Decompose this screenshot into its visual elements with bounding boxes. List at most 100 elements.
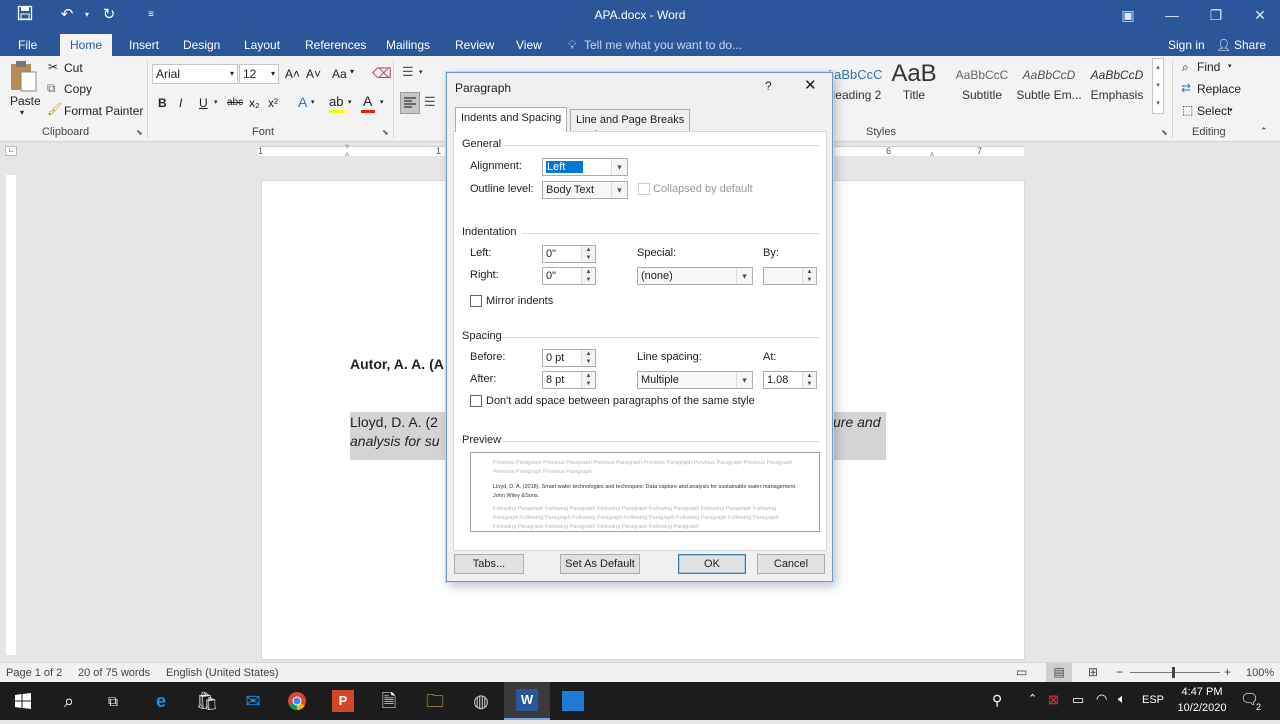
tab-view[interactable]: View: [514, 34, 544, 56]
powerpoint-icon[interactable]: P: [320, 682, 366, 720]
zoom-slider[interactable]: [1130, 672, 1220, 673]
read-mode-icon[interactable]: ▭: [1016, 665, 1027, 679]
zoom-out-icon[interactable]: −: [1116, 665, 1123, 679]
indent-marker-icon[interactable]: ▿ ▵: [345, 143, 354, 159]
subscript-button[interactable]: x₂: [249, 96, 260, 110]
special-select[interactable]: (none) ▾: [637, 267, 753, 285]
spinner-icon[interactable]: ▲ ▼: [581, 246, 595, 262]
help-button[interactable]: ?: [765, 79, 772, 93]
text-effects-dropdown-icon[interactable]: ▾: [311, 98, 315, 106]
file-icon[interactable]: 🗎: [366, 682, 412, 720]
indent-left-field[interactable]: 0" ▲ ▼: [542, 245, 596, 263]
paste-dropdown-icon[interactable]: ▾: [20, 108, 24, 117]
tab-selector-icon[interactable]: ∟: [5, 146, 17, 156]
task-view-icon[interactable]: ⧉: [90, 682, 136, 720]
spinner-icon[interactable]: ▲ ▼: [581, 372, 595, 388]
dont-add-space-checkbox[interactable]: [470, 395, 482, 407]
spinner-icon[interactable]: ▲ ▼: [802, 268, 816, 284]
shrink-font-icon[interactable]: A˅: [306, 67, 321, 81]
sign-in-link[interactable]: Sign in: [1166, 34, 1207, 56]
image-app-icon[interactable]: [550, 682, 596, 720]
clear-formatting-icon[interactable]: ⌫: [372, 65, 392, 82]
word-icon[interactable]: W: [504, 682, 550, 720]
style-title[interactable]: AaB Title: [880, 60, 948, 110]
cancel-button[interactable]: Cancel: [757, 554, 825, 574]
bullets-icon[interactable]: ☰: [402, 64, 414, 80]
zoom-slider-thumb[interactable]: [1172, 667, 1175, 678]
right-indent-marker-icon[interactable]: ▵: [930, 149, 934, 158]
mirror-indents-checkbox[interactable]: [470, 295, 482, 307]
tab-layout[interactable]: Layout: [242, 34, 282, 56]
styles-scroll[interactable]: ▴ ▾ ▾: [1152, 58, 1164, 114]
bold-button[interactable]: B: [158, 96, 167, 110]
underline-dropdown-icon[interactable]: ▾: [214, 98, 218, 106]
tab-references[interactable]: References: [303, 34, 368, 56]
paste-button[interactable]: Paste: [10, 94, 41, 108]
underline-button[interactable]: U: [199, 96, 208, 110]
restore-icon[interactable]: ❐: [1196, 4, 1236, 26]
chrome-icon[interactable]: [274, 682, 320, 720]
indent-right-field[interactable]: 0" ▲ ▼: [542, 267, 596, 285]
mail-icon[interactable]: ✉: [230, 682, 276, 720]
styles-dialog-launcher-icon[interactable]: ⬊: [1161, 128, 1168, 137]
grow-font-icon[interactable]: A˄: [285, 67, 300, 81]
after-field[interactable]: 8 pt ▲ ▼: [542, 371, 596, 389]
zoom-level[interactable]: 100%: [1246, 667, 1274, 679]
font-dialog-launcher-icon[interactable]: ⬊: [382, 128, 389, 137]
close-window-icon[interactable]: ✕: [1240, 4, 1280, 26]
highlight-dropdown-icon[interactable]: ▾: [348, 98, 352, 106]
align-left-icon[interactable]: [400, 92, 420, 114]
tab-mailings[interactable]: Mailings: [384, 34, 432, 56]
tabs-button[interactable]: Tabs...: [454, 554, 524, 574]
file-explorer-icon[interactable]: 🗀: [412, 682, 458, 720]
line-spacing-select[interactable]: Multiple ▾: [637, 371, 753, 389]
tab-insert[interactable]: Insert: [127, 34, 161, 56]
replace-icon[interactable]: ⇄: [1181, 81, 1191, 95]
spinner-icon[interactable]: ▲ ▼: [581, 268, 595, 284]
antivirus-icon[interactable]: ⊠: [1048, 692, 1059, 708]
dialog-launcher-icon[interactable]: ⬊: [136, 128, 143, 137]
change-case-dropdown-icon[interactable]: ▾: [350, 67, 354, 76]
close-dialog-icon[interactable]: ✕: [804, 76, 817, 94]
collapsed-checkbox[interactable]: [638, 183, 650, 195]
highlight-icon[interactable]: ab: [329, 94, 343, 109]
cut-button[interactable]: Cut: [64, 61, 83, 75]
find-dropdown-icon[interactable]: ▾: [1228, 62, 1232, 70]
at-field[interactable]: 1.08 ▲ ▼: [763, 371, 817, 389]
ribbon-display-icon[interactable]: ▣: [1108, 4, 1148, 26]
cut-icon[interactable]: ✂: [48, 60, 58, 74]
app-icon[interactable]: ◍: [458, 682, 504, 720]
tab-review[interactable]: Review: [453, 34, 496, 56]
print-layout-icon[interactable]: ▤: [1046, 663, 1072, 682]
font-color-icon[interactable]: A: [363, 93, 372, 109]
store-icon[interactable]: 🛍︎: [184, 682, 230, 720]
volume-icon[interactable]: 🔈︎: [1118, 691, 1126, 707]
format-painter-icon[interactable]: 🖌︎: [47, 102, 62, 116]
ok-button[interactable]: OK: [678, 554, 746, 574]
italic-button[interactable]: I: [179, 96, 182, 110]
web-layout-icon[interactable]: ⊞: [1088, 665, 1098, 679]
edge-icon[interactable]: e: [138, 682, 184, 720]
zoom-in-icon[interactable]: +: [1224, 665, 1231, 679]
select-button[interactable]: Select: [1197, 104, 1230, 118]
search-icon[interactable]: ⌕: [46, 682, 92, 720]
font-family-select[interactable]: Arial ▾: [152, 64, 238, 84]
spinner-icon[interactable]: ▲ ▼: [802, 372, 816, 388]
change-case-icon[interactable]: Aa: [332, 67, 347, 81]
outline-level-select[interactable]: Body Text ▾: [542, 181, 628, 199]
alignment-select[interactable]: Left ▾: [542, 158, 628, 176]
superscript-button[interactable]: x²: [268, 96, 278, 110]
strikethrough-button[interactable]: abc: [227, 97, 243, 108]
style-subtle-emphasis[interactable]: AaBbCcD Subtle Em...: [1015, 60, 1083, 110]
spinner-icon[interactable]: ▲ ▼: [581, 350, 595, 366]
select-icon[interactable]: ⬚: [1182, 103, 1193, 117]
tab-file[interactable]: File: [16, 34, 39, 56]
clock-date[interactable]: 10/2/2020: [1172, 702, 1232, 714]
replace-button[interactable]: Replace: [1197, 82, 1241, 96]
copy-icon[interactable]: ⧉: [47, 81, 56, 96]
select-dropdown-icon[interactable]: ▾: [1229, 106, 1233, 114]
minimize-icon[interactable]: —: [1152, 4, 1192, 26]
people-icon[interactable]: ⚲: [992, 692, 1002, 709]
collapse-ribbon-icon[interactable]: ⌃: [1260, 126, 1268, 137]
tab-design[interactable]: Design: [181, 34, 222, 56]
